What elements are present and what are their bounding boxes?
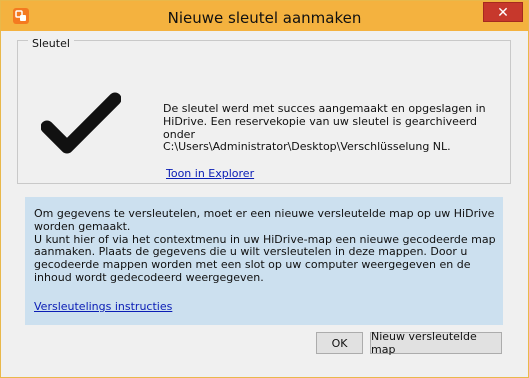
info-paragraph-1: Om gegevens te versleutelen, moet er een…: [34, 207, 495, 233]
window-title: Nieuwe sleutel aanmaken: [167, 9, 362, 27]
info-paragraph-2: U kunt hier of via het contextmenu in uw…: [34, 232, 496, 284]
checkmark-icon: [41, 92, 121, 154]
ok-button[interactable]: OK: [316, 332, 363, 354]
success-message: De sleutel werd met succes aangemaakt en…: [163, 102, 499, 154]
info-text: Om gegevens te versleutelen, moet er een…: [34, 207, 500, 285]
success-message-line: HiDrive. Een reservekopie van uw sleutel…: [163, 114, 478, 141]
dialog-window: Nieuwe sleutel aanmaken ✕ Sleutel De sle…: [0, 0, 529, 378]
title-bar[interactable]: Nieuwe sleutel aanmaken ✕: [1, 1, 528, 31]
close-button[interactable]: ✕: [483, 2, 523, 22]
success-message-line: C:\Users\Administrator\Desktop\Verschlüs…: [163, 140, 451, 154]
key-group-label: Sleutel: [28, 37, 74, 50]
success-message-line: De sleutel werd met succes aangemaakt en…: [163, 102, 486, 115]
show-in-explorer-link[interactable]: Toon in Explorer: [166, 167, 254, 180]
encryption-instructions-link[interactable]: Versleutelings instructies: [34, 300, 172, 313]
new-encrypted-folder-button[interactable]: Nieuw versleutelde map: [370, 330, 502, 356]
